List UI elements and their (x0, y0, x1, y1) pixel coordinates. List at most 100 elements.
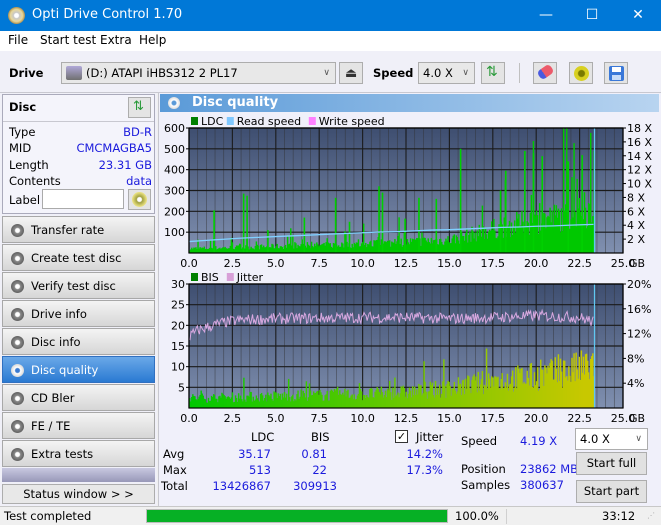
jitter-checkbox[interactable]: ✓ (395, 430, 408, 443)
disc-contents-label: Contents (9, 174, 61, 188)
x-tick-label: 10.0 (350, 412, 375, 424)
bis-chart: 5 10 15 20 25 30 4% 8% 12% 16% 20% 0.0 2.5 5.0 7.5 10.0… (171, 271, 651, 424)
y2-tick-label: 18 X (627, 122, 652, 135)
app-disc-icon (8, 7, 25, 24)
status-bar: Test completed 100.0% 33:12 ⋰ (0, 506, 661, 525)
resize-grip-icon[interactable]: ⋰ (647, 511, 655, 520)
nav-transfer-rate[interactable]: Transfer rate (2, 216, 155, 243)
nav-disc-info[interactable]: Disc info (2, 328, 155, 355)
test-speed-value: 4.0 X (580, 432, 610, 446)
legend-swatch (308, 117, 316, 125)
x-tick-label: 17.5 (481, 412, 506, 424)
nav-label: Disc quality (31, 363, 99, 377)
ldc-spike (378, 186, 380, 253)
max-bis: 22 (312, 463, 327, 477)
ldc-spike (435, 198, 438, 253)
disc-mid-label: MID (9, 141, 32, 155)
legend-swatch (191, 117, 198, 125)
disc-quality-icon (11, 364, 24, 377)
menu-start-test[interactable]: Start test (40, 33, 96, 47)
x-tick-label: 7.5 (310, 412, 328, 424)
erase-button[interactable] (533, 62, 557, 84)
nav-drive-info[interactable]: Drive info (2, 300, 155, 327)
avg-label: Avg (163, 447, 185, 461)
x-axis-label: GB (629, 412, 645, 424)
menu-help[interactable]: Help (139, 33, 166, 47)
nav-label: Extra tests (31, 447, 94, 461)
close-button[interactable]: ✕ (615, 0, 661, 31)
nav-label: CD Bler (31, 391, 75, 405)
x-tick-label: 17.5 (481, 257, 506, 270)
nav-fe-te[interactable]: FE / TE (2, 412, 155, 439)
nav-create-test-disc[interactable]: Create test disc (2, 244, 155, 271)
ldc-spike (581, 155, 583, 253)
speed-stat-value: 4.19 X (520, 434, 558, 448)
start-part-button[interactable]: Start part (576, 480, 647, 503)
disc-type-value: BD-R (123, 125, 152, 139)
progress-bar (146, 509, 448, 523)
menu-extra[interactable]: Extra (100, 33, 132, 47)
nav-cd-bler[interactable]: CD Bler (2, 384, 155, 411)
y2-tick-label: 16 X (627, 136, 652, 149)
drive-select[interactable]: (D:) ATAPI iHBS312 2 PL17 ∨ (61, 62, 336, 84)
nav-verify-test-disc[interactable]: Verify test disc (2, 272, 155, 299)
maximize-button[interactable]: ☐ (569, 0, 615, 31)
options-button[interactable] (569, 62, 593, 84)
y2-tick-label: 14 X (627, 150, 652, 163)
progress-fill (147, 510, 447, 522)
samples-value: 380637 (520, 478, 564, 492)
max-ldc: 513 (249, 463, 271, 477)
y-tick-label: 300 (164, 185, 185, 198)
drive-icon (66, 66, 82, 80)
chevron-down-icon: ∨ (635, 434, 642, 444)
disc-info-icon (11, 336, 24, 349)
start-full-button[interactable]: Start full (576, 452, 647, 475)
legend-swatch (226, 117, 234, 125)
y-tick-label: 200 (164, 205, 185, 218)
progress-label: 100.0% (455, 509, 499, 523)
disc-length-row: Length 23.31 GB (9, 158, 152, 172)
refresh-speed-button[interactable]: ⇅ (481, 62, 505, 84)
legend-label: Read speed (237, 115, 301, 128)
bis-header: BIS (311, 430, 330, 444)
nav-label: Disc info (31, 335, 81, 349)
disc-label-input[interactable] (42, 189, 124, 209)
divider (3, 121, 154, 122)
disc-label-label: Label (9, 193, 41, 207)
status-window-button[interactable]: Status window > > (2, 484, 155, 504)
nav-extra-tests[interactable]: Extra tests (2, 440, 155, 467)
disc-length-label: Length (9, 158, 49, 172)
y2-tick-label: 8 X (627, 191, 645, 204)
x-tick-label: 22.5 (567, 412, 592, 424)
x-tick-label: 7.5 (310, 257, 328, 270)
legend-swatch (226, 273, 234, 281)
ldc-spike (532, 153, 535, 253)
disc-contents-value: data (126, 174, 152, 188)
ldc-spike (213, 210, 215, 253)
speed-select-value: 4.0 X (423, 66, 453, 80)
save-button[interactable] (604, 62, 628, 84)
ldc-spike (567, 161, 570, 253)
refresh-arrows-icon: ⇅ (486, 64, 498, 80)
disc-label-button[interactable] (128, 189, 151, 210)
x-tick-label: 15.0 (437, 257, 462, 270)
y2-tick-label: 8% (627, 352, 644, 365)
x-tick-label: 5.0 (267, 257, 285, 270)
total-ldc: 13426867 (212, 479, 271, 493)
eject-button[interactable]: ⏏ (339, 62, 363, 84)
minimize-button[interactable]: — (523, 0, 569, 31)
ldc-spike (242, 193, 245, 253)
menu-file[interactable]: File (8, 33, 28, 47)
avg-ldc: 35.17 (238, 447, 271, 461)
disc-mid-value: CMCMAGBA5 (76, 141, 152, 155)
test-speed-select[interactable]: 4.0 X ∨ (575, 428, 648, 450)
ldc-spike (246, 195, 248, 253)
x-tick-label: 10.0 (350, 257, 375, 270)
y2-tick-label: 4% (627, 377, 644, 390)
x-tick-label: 5.0 (267, 412, 285, 424)
samples-label: Samples (461, 478, 511, 492)
speed-select[interactable]: 4.0 X ∨ (418, 62, 475, 84)
position-value: 23862 MB (520, 462, 579, 476)
nav-disc-quality[interactable]: Disc quality (2, 356, 155, 383)
disc-refresh-button[interactable]: ⇅ (128, 97, 151, 118)
